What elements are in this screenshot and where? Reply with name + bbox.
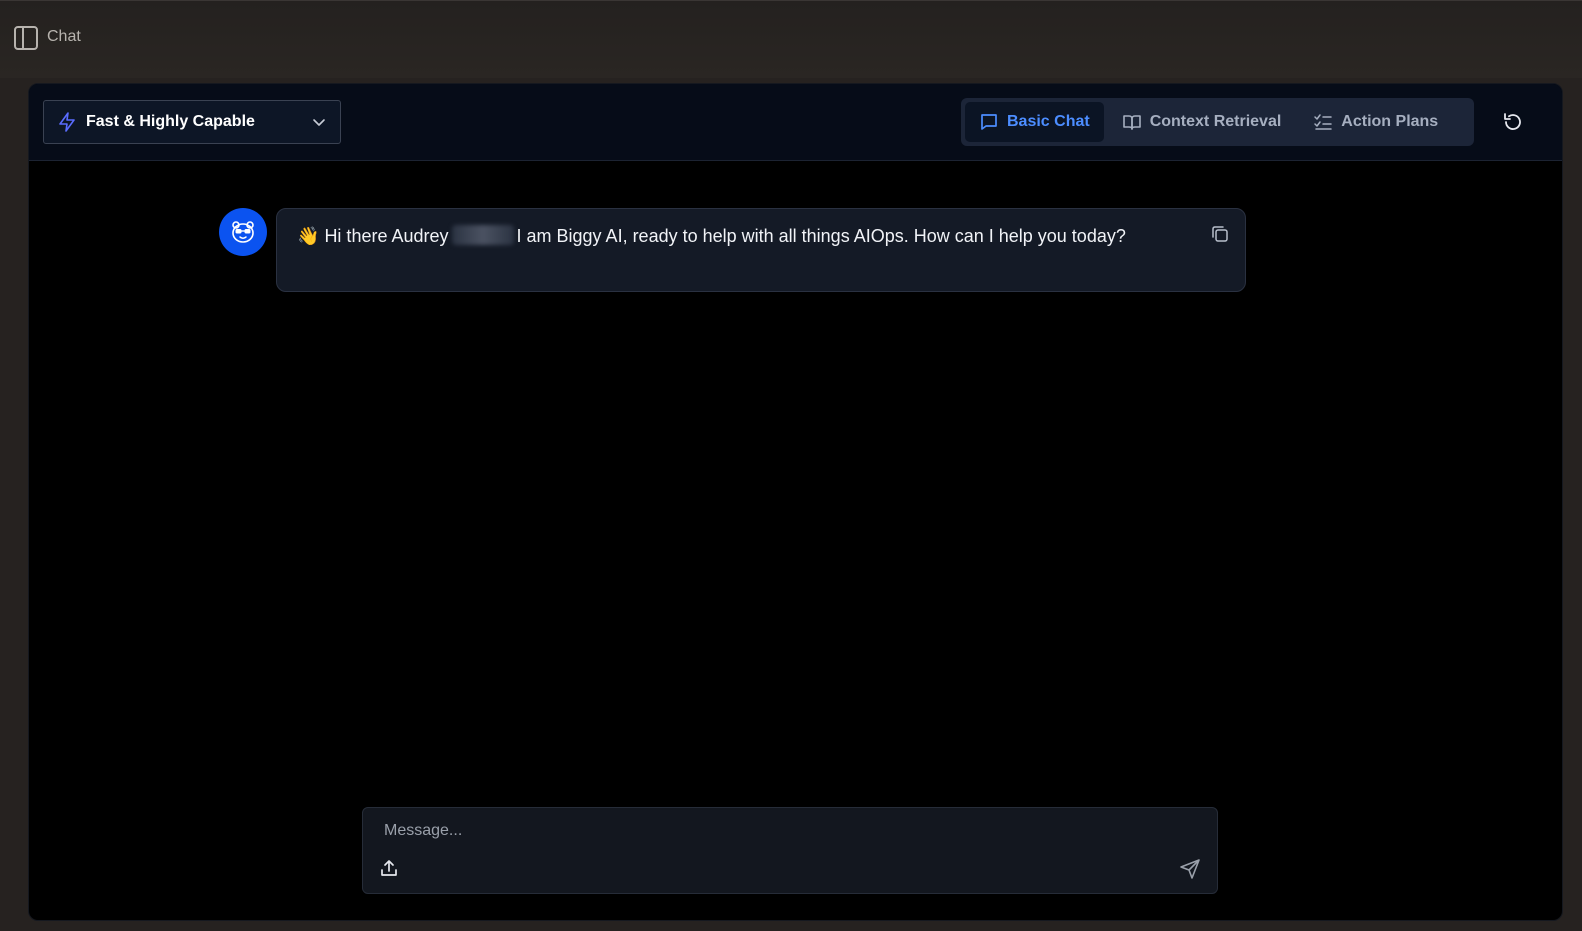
tab-label: Action Plans	[1341, 113, 1439, 130]
sidebar-toggle-button[interactable]	[13, 25, 39, 51]
bear-glasses-icon	[232, 221, 254, 243]
top-bar: Chat	[0, 0, 1582, 78]
send-button[interactable]	[1177, 856, 1203, 882]
chevron-down-icon	[313, 119, 325, 126]
copy-button[interactable]	[1209, 223, 1231, 245]
message-composer	[362, 807, 1218, 894]
tab-label: Context Retrieval	[1149, 113, 1282, 130]
copy-icon	[1212, 226, 1228, 242]
refresh-button[interactable]	[1501, 110, 1525, 134]
refresh-icon	[1504, 113, 1521, 130]
mode-tabs: Basic Chat Context Retrieval Action Plan…	[961, 98, 1474, 146]
message-bubble: 👋 Hi there Audrey I am Biggy AI, ready to…	[276, 208, 1246, 292]
wave-emoji: 👋	[297, 226, 320, 246]
message-input[interactable]	[373, 816, 1173, 846]
message-text-body: I am Biggy AI, ready to help with all th…	[516, 226, 1126, 246]
chat-panel: Fast & Highly Capable Basic Chat Context…	[28, 83, 1563, 921]
checklist-icon	[1314, 114, 1333, 130]
message-text-greeting: Hi there Audrey	[324, 226, 449, 246]
send-icon	[1180, 859, 1200, 879]
open-book-icon	[1122, 115, 1141, 130]
tab-label: Basic Chat	[1007, 113, 1090, 130]
model-select[interactable]: Fast & Highly Capable	[43, 100, 341, 144]
avatar	[219, 208, 267, 256]
chat-header: Fast & Highly Capable Basic Chat Context…	[29, 84, 1562, 161]
message-square-icon	[981, 114, 997, 130]
upload-button[interactable]	[377, 856, 401, 880]
redacted-name	[451, 225, 514, 245]
model-select-value: Fast & Highly Capable	[86, 113, 255, 130]
tab-context-retrieval[interactable]: Context Retrieval	[1108, 102, 1296, 142]
page-title: Chat	[47, 28, 81, 45]
upload-icon	[381, 860, 397, 876]
sidebar-panel-icon	[14, 26, 38, 50]
lightning-bolt-icon	[59, 112, 75, 132]
tab-action-plans[interactable]: Action Plans	[1299, 102, 1452, 142]
tab-basic-chat[interactable]: Basic Chat	[965, 102, 1104, 142]
